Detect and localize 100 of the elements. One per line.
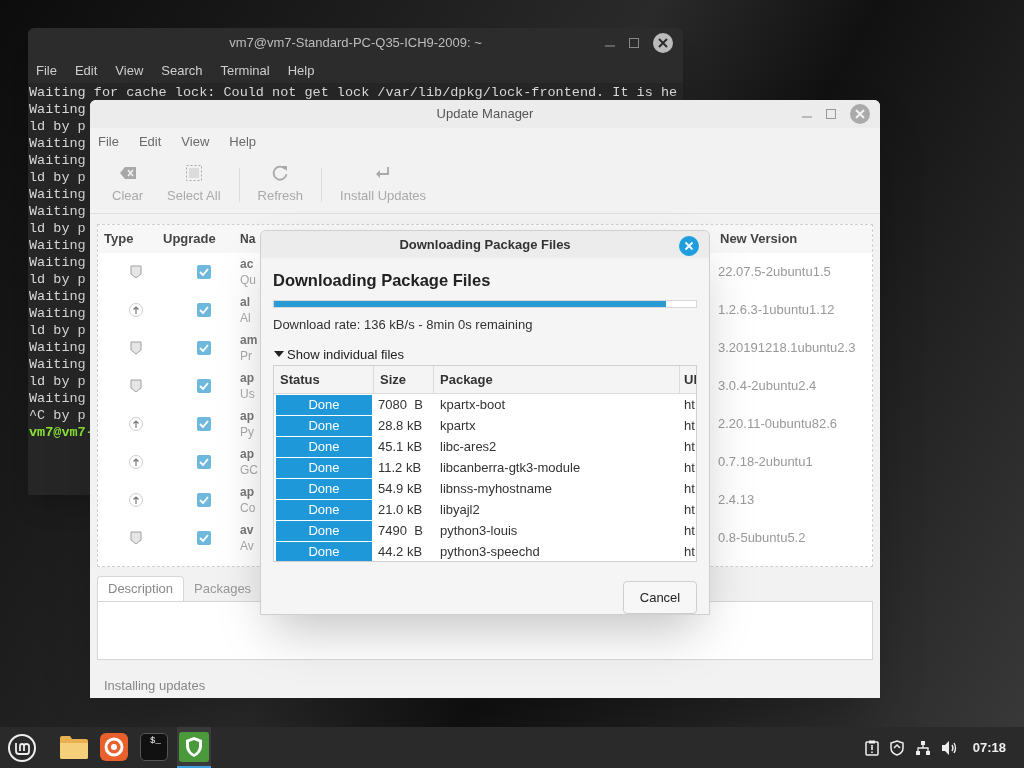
terminal-line: Waiting: [29, 288, 86, 305]
terminal-line: ld by p: [29, 271, 86, 288]
checkbox[interactable]: [196, 493, 211, 507]
clock[interactable]: 07:18: [972, 737, 1006, 758]
table-cell-text: ht: [683, 500, 695, 519]
table-cell-text: 11.2 kB: [377, 458, 423, 477]
volume-icon[interactable]: [940, 739, 959, 756]
terminal-line: Waiting: [29, 186, 86, 203]
cancel-button[interactable]: Cancel: [623, 581, 697, 614]
table-cell-text: 7490 B: [377, 521, 424, 540]
tab[interactable]: Description: [97, 576, 185, 601]
terminal-line: Waiting: [29, 237, 86, 254]
terminal-line: Waiting: [29, 203, 86, 220]
column-header[interactable]: New Version: [714, 229, 872, 249]
terminal-line: Waiting: [29, 356, 86, 373]
shield-icon: [179, 731, 209, 762]
table-cell-text: ht: [683, 416, 695, 435]
terminal-line: ld by p: [29, 169, 86, 186]
column-header[interactable]: Upgrade: [153, 229, 240, 249]
checkbox[interactable]: [196, 379, 211, 393]
table-cell-text: 21.0 kB: [377, 500, 424, 519]
terminal-line: Waiting: [29, 254, 86, 271]
shield-icon[interactable]: [888, 739, 905, 756]
package-name: ap: [240, 408, 254, 424]
menu-item[interactable]: File: [98, 132, 119, 152]
package-description: Al: [240, 310, 251, 326]
checkbox[interactable]: [196, 455, 211, 469]
table-cell-text: python3-speechd: [439, 542, 541, 561]
folder-icon: [59, 733, 89, 760]
package-description: Pr: [240, 348, 252, 364]
menu-icon[interactable]: [7, 732, 37, 763]
checkbox[interactable]: [196, 303, 211, 317]
version-text: 2.4.13: [717, 491, 755, 510]
terminal-line: Waiting for cache lock: Could not get lock /var/lib/dpkg/lock-frontend. It is he: [29, 84, 678, 101]
checkbox[interactable]: [196, 341, 211, 355]
table-cell-text: 45.1 kB: [377, 437, 424, 456]
expander[interactable]: Show individual files: [273, 344, 405, 364]
package-description: Qu: [240, 272, 256, 288]
checkbox[interactable]: [196, 417, 211, 431]
terminal-line: ld by p: [29, 322, 86, 339]
status-text: Installing updates: [104, 677, 206, 695]
package-description: Py: [240, 424, 254, 440]
status-badge: Done: [276, 520, 372, 541]
select-all-icon: [184, 163, 203, 182]
dialog-heading: Downloading Package Files: [273, 270, 491, 292]
menu-item[interactable]: Edit: [138, 132, 162, 152]
menu-item[interactable]: File: [36, 60, 57, 81]
terminal-line: Waiting: [29, 101, 86, 118]
package-name: ac: [240, 256, 254, 272]
package-description: Av: [240, 538, 254, 554]
terminal-line: ld by p: [29, 220, 86, 237]
status-badge: Done: [276, 436, 372, 457]
terminal-line: Waiting: [29, 135, 86, 152]
package-description: GC: [240, 462, 258, 478]
browser-icon: [100, 732, 128, 761]
checkbox[interactable]: [196, 531, 211, 545]
column-header[interactable]: Size: [374, 366, 434, 393]
window-title: vm7@vm7-Standard-PC-Q35-ICH9-2009: ~: [229, 34, 482, 53]
package-name: am: [240, 332, 258, 348]
checkbox[interactable]: [196, 265, 211, 279]
status-badge: Done: [276, 541, 372, 561]
menu-item[interactable]: Terminal: [220, 60, 270, 81]
table-cell-text: kpartx-boot: [439, 395, 507, 414]
status-badge: Done: [276, 457, 372, 478]
version-text: 2.20.11-0ubuntu82.6: [717, 415, 838, 434]
menu-item[interactable]: View: [181, 132, 210, 152]
table-cell-text: libyajl2: [439, 500, 481, 519]
refresh-icon: [271, 163, 290, 182]
network-icon[interactable]: [914, 739, 931, 756]
version-text: 22.07.5-2ubuntu1.5: [717, 263, 831, 282]
table-cell-text: ht: [683, 542, 695, 561]
version-text: 3.0.4-2ubuntu2.4: [717, 377, 817, 396]
table-cell-text: 7080 B: [377, 395, 424, 414]
table-cell-text: 54.9 kB: [377, 479, 424, 498]
column-header[interactable]: Ul: [680, 366, 696, 393]
table-cell-text: ht: [683, 437, 695, 456]
status-badge: Done: [276, 478, 372, 499]
clipboard-icon[interactable]: [864, 739, 879, 756]
menu-item[interactable]: Edit: [74, 60, 98, 81]
table-cell-text: libcanberra-gtk3-module: [439, 458, 582, 477]
maximize-icon[interactable]: [826, 109, 836, 119]
menu-item[interactable]: Search: [161, 60, 203, 81]
table-cell-text: ht: [683, 521, 695, 540]
download-rate-text: Download rate: 136 kB/s - 8min 0s remaining: [273, 316, 533, 334]
column-header[interactable]: Status: [274, 366, 374, 393]
menu-item[interactable]: View: [115, 60, 144, 81]
table-cell-text: ht: [683, 479, 695, 498]
menu-item[interactable]: Help: [287, 60, 315, 81]
taskbar-button[interactable]: [177, 727, 211, 768]
terminal-line: ld by p: [29, 373, 86, 390]
column-header[interactable]: Package: [434, 366, 680, 393]
close-icon[interactable]: [653, 33, 673, 53]
package-name: al: [240, 294, 250, 310]
status-badge: Done: [276, 394, 372, 415]
maximize-icon[interactable]: [629, 38, 639, 48]
version-text: 0.8-5ubuntu5.2: [717, 529, 806, 548]
table-cell-text: 44.2 kB: [377, 542, 424, 561]
menu-item[interactable]: Help: [229, 132, 257, 152]
column-header[interactable]: Type: [98, 229, 153, 249]
table-cell-text: kpartx: [439, 416, 477, 435]
